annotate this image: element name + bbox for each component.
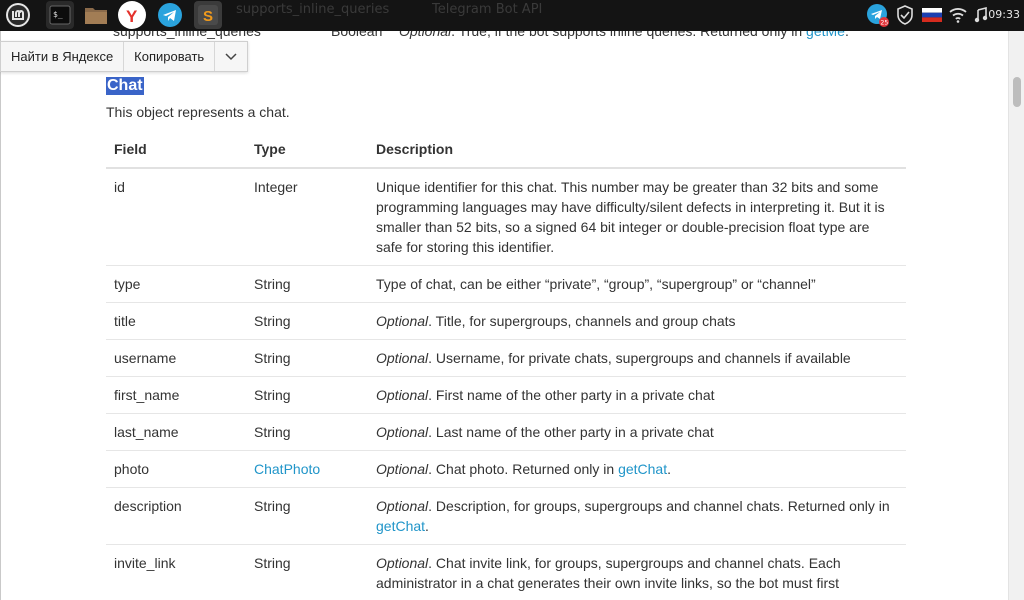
files-icon[interactable] bbox=[82, 1, 110, 29]
search-in-yandex-button[interactable]: Найти в Яндексе bbox=[1, 42, 125, 71]
field-cell: username bbox=[106, 339, 246, 377]
getme-link[interactable]: getMe bbox=[806, 31, 845, 39]
section-heading-chat: Chat bbox=[106, 77, 144, 95]
vertical-scrollbar[interactable] bbox=[1008, 31, 1024, 600]
prev-type-cell: Boolean bbox=[331, 31, 383, 39]
clock[interactable]: 09:33 bbox=[988, 8, 1020, 21]
table-row: username String Optional. Username, for … bbox=[106, 339, 906, 377]
getchat-link[interactable]: getChat bbox=[376, 518, 425, 534]
description-cell: Unique identifier for this chat. This nu… bbox=[368, 167, 906, 266]
table-row: type String Type of chat, can be either … bbox=[106, 265, 906, 303]
description-cell: Optional. Chat photo. Returned only in g… bbox=[368, 450, 906, 488]
header-description: Description bbox=[368, 130, 906, 169]
type-cell: ChatPhoto bbox=[246, 450, 368, 488]
description-cell: Optional. Title, for supergroups, channe… bbox=[368, 302, 906, 340]
type-cell: String bbox=[246, 487, 368, 545]
field-cell: last_name bbox=[106, 413, 246, 451]
mint-menu-icon[interactable] bbox=[4, 1, 32, 29]
getchat-link[interactable]: getChat bbox=[618, 461, 667, 477]
shield-icon[interactable] bbox=[895, 4, 915, 26]
prev-description-cell: Optional. True, if the bot supports inli… bbox=[399, 31, 849, 39]
description-cell: Optional. Description, for groups, super… bbox=[368, 487, 906, 545]
music-note-icon[interactable] bbox=[972, 4, 990, 26]
chatphoto-link[interactable]: ChatPhoto bbox=[254, 461, 320, 477]
terminal-icon[interactable]: $_ bbox=[46, 1, 74, 29]
type-cell: String bbox=[246, 339, 368, 377]
window-title: Telegram Bot API bbox=[432, 2, 543, 17]
telegram-icon[interactable] bbox=[156, 1, 184, 29]
field-cell: title bbox=[106, 302, 246, 340]
table-row: id Integer Unique identifier for this ch… bbox=[106, 167, 906, 266]
window-title-ghost: supports_inline_queries bbox=[236, 2, 390, 17]
more-options-button[interactable] bbox=[215, 42, 247, 71]
svg-text:Y: Y bbox=[126, 7, 138, 26]
field-cell: description bbox=[106, 487, 246, 545]
table-row: photo ChatPhoto Optional. Chat photo. Re… bbox=[106, 450, 906, 488]
type-cell: String bbox=[246, 544, 368, 600]
description-cell: Type of chat, can be either “private”, “… bbox=[368, 265, 906, 303]
table-row: first_name String Optional. First name o… bbox=[106, 376, 906, 414]
field-cell: type bbox=[106, 265, 246, 303]
selection-context-popup: Найти в Яндексе Копировать bbox=[0, 41, 249, 72]
fields-table: Field Type Description id Integer Unique… bbox=[106, 130, 906, 600]
type-cell: Integer bbox=[246, 167, 368, 266]
field-cell: photo bbox=[106, 450, 246, 488]
description-cell: Optional. Username, for private chats, s… bbox=[368, 339, 906, 377]
section-intro: This object represents a chat. bbox=[106, 104, 290, 120]
prev-field-cell: supports_inline_queries bbox=[113, 31, 261, 39]
svg-text:$_: $_ bbox=[53, 10, 63, 19]
svg-text:S: S bbox=[203, 8, 213, 25]
keyboard-layout-flag-icon[interactable] bbox=[921, 4, 943, 26]
type-cell: String bbox=[246, 376, 368, 414]
description-cell: Optional. Chat invite link, for groups, … bbox=[368, 544, 906, 600]
table-row: last_name String Optional. Last name of … bbox=[106, 413, 906, 451]
type-cell: String bbox=[246, 413, 368, 451]
field-cell: first_name bbox=[106, 376, 246, 414]
description-cell: Optional. First name of the other party … bbox=[368, 376, 906, 414]
field-cell: invite_link bbox=[106, 544, 246, 600]
table-header-row: Field Type Description bbox=[106, 130, 906, 169]
type-cell: String bbox=[246, 265, 368, 303]
field-cell: id bbox=[106, 167, 246, 266]
sublime-text-icon[interactable]: S bbox=[194, 1, 222, 29]
header-type: Type bbox=[246, 130, 368, 169]
svg-text:25: 25 bbox=[881, 20, 889, 27]
table-row: invite_link String Optional. Chat invite… bbox=[106, 544, 906, 600]
copy-button[interactable]: Копировать bbox=[124, 42, 216, 71]
chevron-down-icon bbox=[225, 52, 237, 60]
wifi-icon[interactable] bbox=[948, 4, 968, 26]
header-field: Field bbox=[106, 130, 246, 169]
scrollbar-thumb[interactable] bbox=[1013, 77, 1021, 107]
table-row: title String Optional. Title, for superg… bbox=[106, 302, 906, 340]
telegram-tray-icon[interactable]: 25 bbox=[866, 4, 890, 27]
previous-table-row: supports_inline_queries Boolean Optional… bbox=[113, 31, 849, 39]
type-cell: String bbox=[246, 302, 368, 340]
table-row: description String Optional. Description… bbox=[106, 487, 906, 545]
top-panel: $_ Y S supports_inline_queries Telegram … bbox=[0, 0, 1024, 31]
yandex-browser-icon[interactable]: Y bbox=[118, 1, 146, 29]
page-content: supports_inline_queries Boolean Optional… bbox=[0, 31, 1008, 600]
description-cell: Optional. Last name of the other party i… bbox=[368, 413, 906, 451]
